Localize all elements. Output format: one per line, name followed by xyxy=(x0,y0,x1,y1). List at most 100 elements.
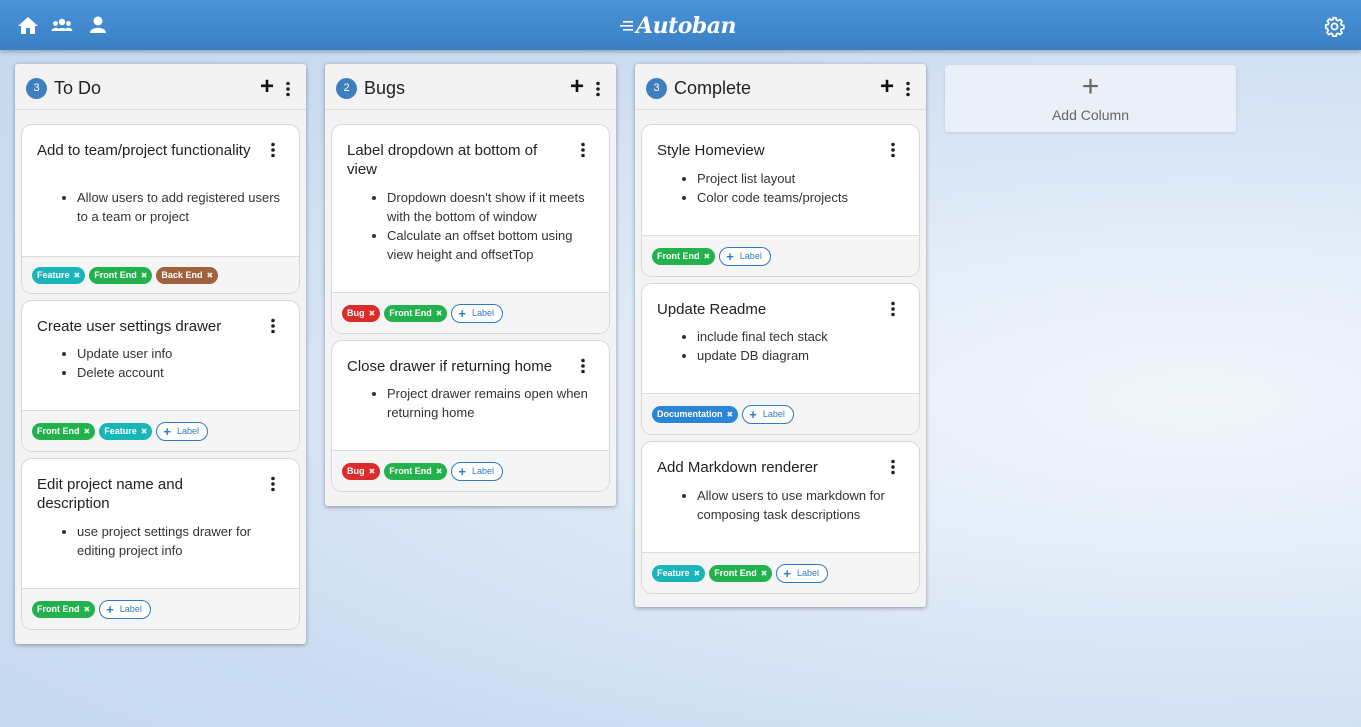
description-item: update DB diagram xyxy=(697,346,912,365)
column-menu-icon[interactable] xyxy=(592,81,604,97)
plus-icon: + xyxy=(783,565,792,581)
card-title: Update Readme xyxy=(657,301,767,318)
label-tag[interactable]: Feature ✖ xyxy=(652,564,706,582)
task-card[interactable]: Create user settings drawer Update user … xyxy=(21,300,300,452)
remove-label-icon[interactable]: ✖ xyxy=(206,271,213,280)
label-tag-text: Back End xyxy=(161,270,203,280)
label-tag[interactable]: Documentation ✖ xyxy=(652,405,739,423)
add-label-button[interactable]: + Label xyxy=(719,246,771,266)
add-label-button[interactable]: + Label xyxy=(451,303,504,323)
description-item: Dropdown doesn't show if it meets with t… xyxy=(387,188,602,226)
remove-label-icon[interactable]: ✖ xyxy=(84,605,91,614)
card-labels: Front End ✖ Feature ✖ + Label xyxy=(22,410,299,451)
brand-logo[interactable]: Autoban xyxy=(619,10,737,42)
home-icon[interactable] xyxy=(17,15,39,35)
card-menu-icon[interactable] xyxy=(579,142,587,158)
add-card-button[interactable]: + xyxy=(258,75,276,99)
remove-label-icon[interactable]: ✖ xyxy=(369,309,376,318)
task-card[interactable]: Close drawer if returning home Project d… xyxy=(331,340,610,492)
remove-label-icon[interactable]: ✖ xyxy=(141,271,148,280)
description-item: Project list layout xyxy=(697,169,912,188)
column-menu-icon[interactable] xyxy=(282,81,294,97)
add-label-button[interactable]: + Label xyxy=(451,461,504,481)
card-description: Dropdown doesn't show if it meets with t… xyxy=(387,188,602,264)
card-description: Allow users to add registered users to a… xyxy=(77,188,292,226)
description-item: Allow users to use markdown for composin… xyxy=(697,486,912,524)
column-title[interactable]: Bugs xyxy=(364,78,405,99)
card-menu-icon[interactable] xyxy=(269,476,277,492)
remove-label-icon[interactable]: ✖ xyxy=(761,569,768,578)
card-menu-icon[interactable] xyxy=(889,301,897,317)
team-icon[interactable] xyxy=(51,15,73,35)
label-tag[interactable]: Front End ✖ xyxy=(89,266,153,284)
plus-icon: + xyxy=(749,406,757,422)
remove-label-icon[interactable]: ✖ xyxy=(694,569,701,578)
remove-label-icon[interactable]: ✖ xyxy=(704,252,711,261)
label-tag[interactable]: Front End ✖ xyxy=(32,422,96,440)
column-complete: 3 Complete + Style Homeview Project list… xyxy=(635,64,926,607)
user-icon[interactable] xyxy=(87,15,109,35)
add-label-button[interactable]: + Label xyxy=(156,421,209,441)
label-tag[interactable]: Bug ✖ xyxy=(342,304,381,322)
card-count-badge: 3 xyxy=(646,78,667,99)
remove-label-icon[interactable]: ✖ xyxy=(436,467,443,476)
description-item: use project settings drawer for editing … xyxy=(77,522,292,560)
card-menu-icon[interactable] xyxy=(579,358,587,374)
description-item: Calculate an offset bottom using view he… xyxy=(387,226,602,264)
task-card[interactable]: Edit project name and description use pr… xyxy=(21,458,300,630)
column-title[interactable]: To Do xyxy=(54,78,101,99)
label-tag-text: Front End xyxy=(714,568,757,578)
label-tag[interactable]: Bug ✖ xyxy=(342,462,381,480)
label-tag-text: Front End xyxy=(37,426,80,436)
remove-label-icon[interactable]: ✖ xyxy=(727,410,734,419)
label-tag[interactable]: Feature ✖ xyxy=(99,422,153,440)
label-tag[interactable]: Front End ✖ xyxy=(652,247,716,265)
task-card[interactable]: Style Homeview Project list layout Color… xyxy=(641,124,920,277)
remove-label-icon[interactable]: ✖ xyxy=(369,467,376,476)
task-card[interactable]: Update Readme include final tech stack u… xyxy=(641,283,920,435)
label-tag-text: Front End xyxy=(389,308,432,318)
label-tag[interactable]: Front End ✖ xyxy=(32,600,96,618)
label-tag-text: Bug xyxy=(347,466,365,476)
card-menu-icon[interactable] xyxy=(269,142,277,158)
description-item: Update user info xyxy=(77,344,292,363)
card-menu-icon[interactable] xyxy=(889,142,897,158)
brand-lines-icon xyxy=(620,21,633,31)
plus-icon: + xyxy=(726,248,734,264)
add-label-text: Label xyxy=(739,251,762,261)
label-tag[interactable]: Front End ✖ xyxy=(384,304,448,322)
task-card[interactable]: Add to team/project functionality Allow … xyxy=(21,124,300,294)
add-label-button[interactable]: + Label xyxy=(776,563,829,583)
task-card[interactable]: Label dropdown at bottom of view Dropdow… xyxy=(331,124,610,334)
column-menu-icon[interactable] xyxy=(902,81,914,97)
gear-icon[interactable] xyxy=(1324,16,1345,38)
add-column-label: Add Column xyxy=(1051,107,1130,123)
card-labels: Feature ✖ Front End ✖ + Label xyxy=(642,552,919,593)
add-label-button[interactable]: + Label xyxy=(742,404,794,424)
add-label-text: Label xyxy=(119,604,142,614)
remove-label-icon[interactable]: ✖ xyxy=(84,427,91,436)
card-menu-icon[interactable] xyxy=(889,459,897,475)
label-tag-text: Feature xyxy=(657,568,690,578)
label-tag[interactable]: Front End ✖ xyxy=(709,564,773,582)
card-menu-icon[interactable] xyxy=(269,318,277,334)
add-label-text: Label xyxy=(472,308,495,318)
add-label-button[interactable]: + Label xyxy=(99,599,151,619)
add-column-button[interactable]: + Add Column xyxy=(945,65,1236,132)
plus-icon: + xyxy=(458,463,466,479)
label-tag[interactable]: Front End ✖ xyxy=(384,462,448,480)
label-tag[interactable]: Feature ✖ xyxy=(32,266,86,284)
task-card[interactable]: Add Markdown renderer Allow users to use… xyxy=(641,441,920,594)
card-description: Project list layout Color code teams/pro… xyxy=(697,169,912,207)
column-title[interactable]: Complete xyxy=(674,78,751,99)
add-label-text: Label xyxy=(177,426,200,436)
add-card-button[interactable]: + xyxy=(568,75,586,99)
add-card-button[interactable]: + xyxy=(878,75,896,99)
remove-label-icon[interactable]: ✖ xyxy=(436,309,443,318)
card-labels: Documentation ✖ + Label xyxy=(642,393,919,434)
label-tag[interactable]: Back End ✖ xyxy=(156,266,219,284)
remove-label-icon[interactable]: ✖ xyxy=(141,427,148,436)
description-item: Color code teams/projects xyxy=(697,188,912,207)
remove-label-icon[interactable]: ✖ xyxy=(74,271,81,280)
plus-icon: + xyxy=(106,601,114,617)
